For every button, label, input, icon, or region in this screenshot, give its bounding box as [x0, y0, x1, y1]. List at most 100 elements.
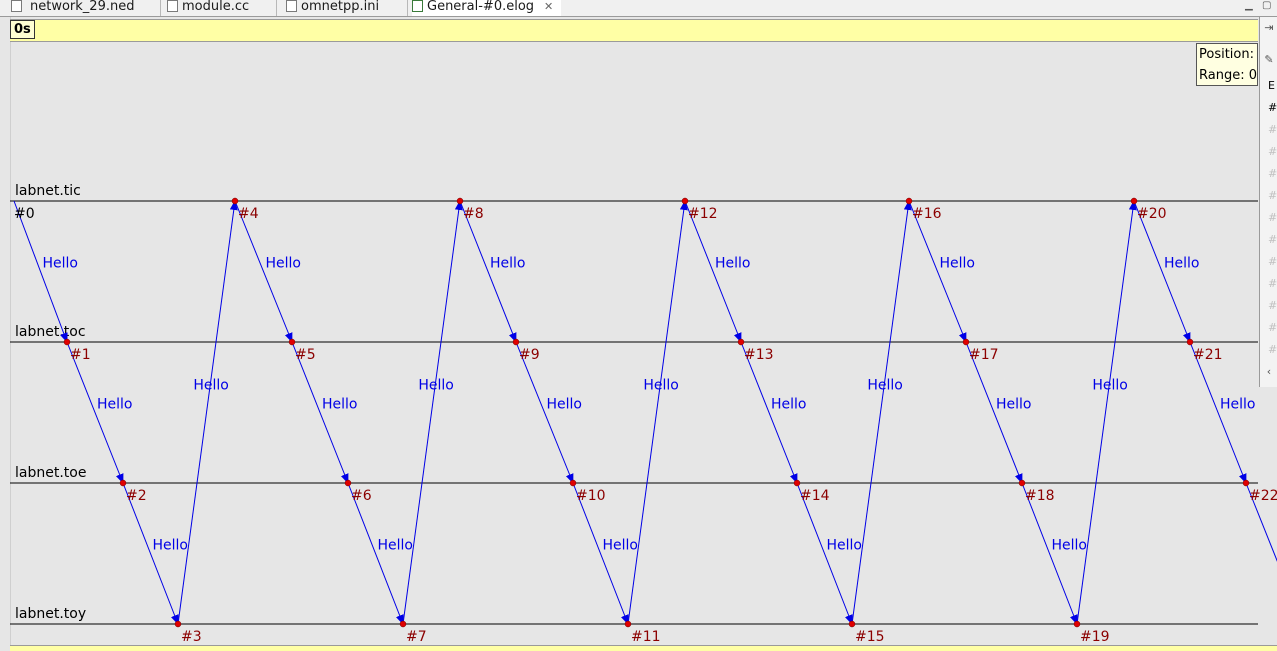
- event-dot[interactable]: [119, 479, 127, 487]
- message-label: Hello: [827, 538, 863, 554]
- side-panel-row[interactable]: #: [1268, 189, 1277, 202]
- side-panel-row[interactable]: #: [1268, 211, 1277, 224]
- message-arrow[interactable]: [1076, 200, 1137, 625]
- axis-label[interactable]: labnet.toy: [15, 606, 86, 622]
- axis-label[interactable]: labnet.toc: [15, 324, 86, 340]
- side-panel-row[interactable]: #: [1268, 123, 1277, 136]
- event-number: #14: [800, 488, 830, 504]
- event-dot[interactable]: [174, 620, 182, 628]
- message-arrow[interactable]: [1021, 482, 1078, 625]
- message-arrow[interactable]: [851, 200, 912, 625]
- message-arrow[interactable]: [1133, 200, 1191, 343]
- position-tooltip: Position: Range: 0s: [1196, 43, 1258, 86]
- event-number: #22: [1249, 488, 1277, 504]
- event-dot[interactable]: [569, 479, 577, 487]
- side-panel-row[interactable]: #: [1268, 255, 1277, 268]
- message-label: Hello: [1164, 256, 1200, 272]
- message-label: Hello: [867, 377, 903, 393]
- message-arrow[interactable]: [684, 200, 742, 343]
- event-number: #7: [406, 629, 427, 645]
- side-panel-row[interactable]: #: [1268, 321, 1277, 334]
- message-arrow[interactable]: [347, 482, 404, 625]
- message-label: Hello: [547, 397, 583, 413]
- event-dot[interactable]: [624, 620, 632, 628]
- message-label: Hello: [1220, 397, 1256, 413]
- range-text: Range: 0s: [1199, 68, 1258, 83]
- side-panel-row[interactable]: #: [1268, 101, 1277, 114]
- axis-label[interactable]: labnet.tic: [15, 183, 81, 199]
- collapse-icon[interactable]: ⇥: [1263, 21, 1275, 35]
- event-dot[interactable]: [681, 197, 689, 205]
- event-dot[interactable]: [63, 338, 71, 346]
- filter-icon[interactable]: ✎: [1263, 53, 1275, 67]
- message-label: Hello: [996, 397, 1032, 413]
- event-dot[interactable]: [962, 338, 970, 346]
- message-arrow[interactable]: [796, 482, 853, 625]
- event-number: #5: [295, 347, 316, 363]
- message-arrow[interactable]: [1189, 341, 1247, 484]
- message-arrow[interactable]: [908, 200, 967, 343]
- event-number: #15: [855, 629, 885, 645]
- message-arrow[interactable]: [459, 200, 517, 343]
- message-arrow[interactable]: [177, 200, 238, 625]
- message-label: Hello: [418, 377, 454, 393]
- message-label: Hello: [266, 256, 302, 272]
- event-dot[interactable]: [1130, 197, 1138, 205]
- event-number: #13: [744, 347, 774, 363]
- event-number: #17: [969, 347, 999, 363]
- side-panel-row[interactable]: #: [1268, 145, 1277, 158]
- event-dot[interactable]: [737, 338, 745, 346]
- chevron-left-icon[interactable]: ‹: [1263, 365, 1275, 379]
- message-label: Hello: [940, 256, 976, 272]
- event-dot[interactable]: [1018, 479, 1026, 487]
- message-label: Hello: [643, 377, 679, 393]
- message-arrow[interactable]: [66, 341, 124, 484]
- event-dot[interactable]: [288, 338, 296, 346]
- event-dot[interactable]: [1073, 620, 1081, 628]
- message-label: Hello: [43, 256, 79, 272]
- event-dot[interactable]: [793, 479, 801, 487]
- axis-label[interactable]: labnet.toe: [15, 465, 86, 481]
- event-dot[interactable]: [1242, 479, 1250, 487]
- side-panel-row[interactable]: #: [1268, 277, 1277, 290]
- event-number: #21: [1193, 347, 1223, 363]
- event-dot[interactable]: [512, 338, 520, 346]
- side-panel: ⇥ ✎ E # # # # # # # # # # # # ‹: [1259, 17, 1277, 387]
- message-arrow[interactable]: [965, 341, 1023, 484]
- message-arrow[interactable]: [291, 341, 349, 484]
- event-number: #0: [14, 206, 35, 222]
- message-arrow[interactable]: [740, 341, 798, 484]
- side-panel-row[interactable]: E: [1268, 79, 1275, 92]
- event-dot[interactable]: [1186, 338, 1194, 346]
- event-number: #9: [519, 347, 540, 363]
- event-dot[interactable]: [231, 197, 239, 205]
- side-panel-row[interactable]: #: [1268, 167, 1277, 180]
- event-dot[interactable]: [399, 620, 407, 628]
- side-panel-row[interactable]: #: [1268, 299, 1277, 312]
- message-arrow[interactable]: [627, 200, 688, 625]
- side-panel-row[interactable]: #: [1268, 233, 1277, 246]
- event-dot[interactable]: [344, 479, 352, 487]
- message-arrow[interactable]: [234, 200, 293, 343]
- message-arrow[interactable]: [402, 200, 463, 625]
- message-label: Hello: [490, 256, 526, 272]
- event-dot[interactable]: [905, 197, 913, 205]
- message-arrow[interactable]: [572, 482, 629, 625]
- event-dot[interactable]: [456, 197, 464, 205]
- event-number: #8: [463, 206, 484, 222]
- event-number: #4: [238, 206, 259, 222]
- event-number: #19: [1080, 629, 1110, 645]
- event-dot[interactable]: [848, 620, 856, 628]
- event-number: #10: [576, 488, 606, 504]
- side-panel-row[interactable]: #: [1268, 343, 1277, 356]
- event-number: #12: [688, 206, 718, 222]
- message-label: Hello: [603, 538, 639, 554]
- message-label: Hello: [1092, 377, 1128, 393]
- message-label: Hello: [322, 397, 358, 413]
- sequence-chart[interactable]: labnet.tic labnet.toc labnet.toe labnet.toy…: [0, 0, 1277, 650]
- message-arrow[interactable]: [122, 482, 179, 625]
- event-number: #18: [1025, 488, 1055, 504]
- bottom-timeline-strip: [10, 645, 1277, 651]
- message-arrow[interactable]: [515, 341, 574, 484]
- message-arrow[interactable]: [13, 200, 68, 343]
